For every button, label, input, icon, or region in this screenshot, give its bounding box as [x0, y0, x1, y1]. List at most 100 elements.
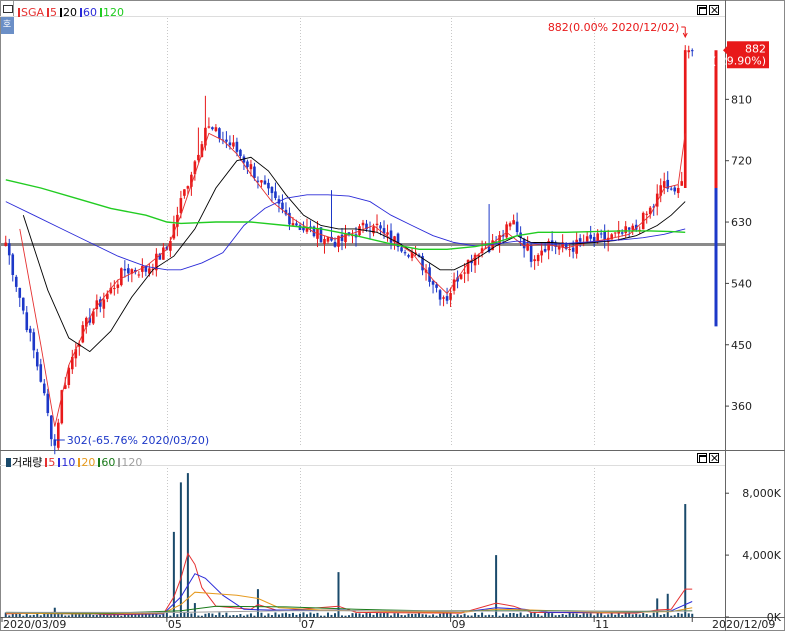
volume-bar [474, 612, 477, 617]
price-tick-label: 540 [731, 277, 752, 290]
candle-body [28, 328, 32, 333]
volume-bar [197, 615, 200, 617]
volume-bar [270, 615, 273, 617]
candle-body [211, 127, 214, 130]
volume-bar [204, 613, 207, 617]
candle-body [270, 186, 274, 194]
volume-bar [666, 593, 669, 617]
candle-body [137, 274, 141, 276]
volume-bar [684, 504, 687, 617]
high-annotation: 882(0.00% 2020/12/02) [548, 21, 688, 39]
volume-bar [453, 615, 456, 617]
volume-bar [176, 614, 179, 617]
candle-body [540, 250, 543, 256]
volume-bar [484, 615, 487, 617]
candle-body [18, 287, 22, 298]
volume-bar [379, 613, 382, 617]
volume-bar [568, 612, 571, 617]
candle-body [575, 239, 578, 254]
candle-body [120, 268, 123, 286]
maximize-icon[interactable] [697, 5, 707, 15]
volume-bar [397, 613, 400, 617]
volume-bar [673, 615, 676, 617]
volume-bar [554, 615, 557, 617]
volume-bar [614, 614, 617, 617]
candle-body [228, 142, 232, 146]
volume-bar [449, 613, 452, 617]
volume-bar [421, 614, 424, 617]
volume-bar [348, 615, 350, 617]
candle-body [624, 226, 628, 234]
volume-legend-ma-20: 20 [78, 456, 95, 469]
candle-body [21, 297, 25, 311]
candle-body [361, 222, 365, 226]
volume-bar [460, 615, 463, 617]
volume-bar [498, 615, 501, 617]
volume-legend-title: 거래량 [6, 454, 42, 470]
candle-body [344, 233, 347, 243]
volume-bar [491, 615, 494, 617]
volume-bar [355, 613, 358, 617]
volume-bar [463, 613, 466, 617]
candle-body [442, 297, 445, 299]
volume-bar [470, 615, 473, 617]
volume-bar [649, 615, 652, 617]
candle-body [235, 141, 239, 152]
candle-body [56, 422, 60, 448]
ma-line-5 [19, 132, 686, 427]
volume-bar [284, 612, 287, 617]
volume-bar [428, 615, 431, 617]
close-icon[interactable] [709, 453, 719, 463]
volume-bar [256, 589, 259, 617]
candle-body [386, 232, 389, 235]
candle-body [179, 198, 183, 213]
close-icon[interactable] [709, 5, 719, 15]
volume-bar [302, 612, 305, 617]
volume-legend-ma-120: 120 [118, 456, 142, 469]
volume-legend: 거래량 5 10 20 60 120 [6, 454, 142, 470]
price-legend-symbol: SGA [18, 6, 44, 19]
volume-bar [656, 598, 659, 617]
volume-bar [211, 613, 214, 617]
maximize-icon[interactable] [697, 453, 707, 463]
candle-body [333, 241, 337, 247]
volume-bar [638, 614, 641, 617]
candle-body [620, 232, 624, 234]
volume-bar [477, 614, 480, 617]
candle-body [246, 161, 249, 168]
volume-bar [316, 612, 319, 617]
candle-body [389, 230, 393, 243]
candle-body [267, 182, 270, 189]
candle-body [218, 128, 221, 139]
volume-bar [565, 614, 568, 617]
candle-body [627, 227, 631, 230]
candle-body [123, 268, 127, 271]
volume-bar [481, 612, 484, 617]
candle-body [4, 242, 8, 247]
volume-legend-ma-10: 10 [58, 456, 75, 469]
volume-bar [442, 612, 445, 617]
volume-bar [281, 613, 284, 617]
volume-bar [628, 613, 631, 617]
candle-body [35, 352, 39, 367]
volume-bar [214, 615, 217, 617]
candle-body [197, 154, 200, 161]
price-axis-ticks: 810 720 630 540 450 360 [725, 93, 752, 413]
price-legend: SGA 5 20 60 120 [18, 6, 124, 19]
volume-bar [386, 612, 389, 617]
volume-bar [603, 615, 606, 617]
volume-bar [295, 614, 298, 617]
volume-bar [232, 615, 235, 617]
volume-bar [25, 613, 28, 617]
volume-bar [358, 613, 361, 617]
volume-bar [323, 615, 326, 617]
candle-body [529, 244, 533, 262]
volume-bar [631, 614, 634, 617]
candle-body [340, 234, 344, 242]
volume-bar [610, 613, 613, 617]
volume-bar [663, 614, 666, 617]
candle-body [603, 231, 606, 240]
candle-body [463, 272, 466, 274]
candle-body [680, 181, 684, 186]
candle-body [295, 223, 298, 226]
